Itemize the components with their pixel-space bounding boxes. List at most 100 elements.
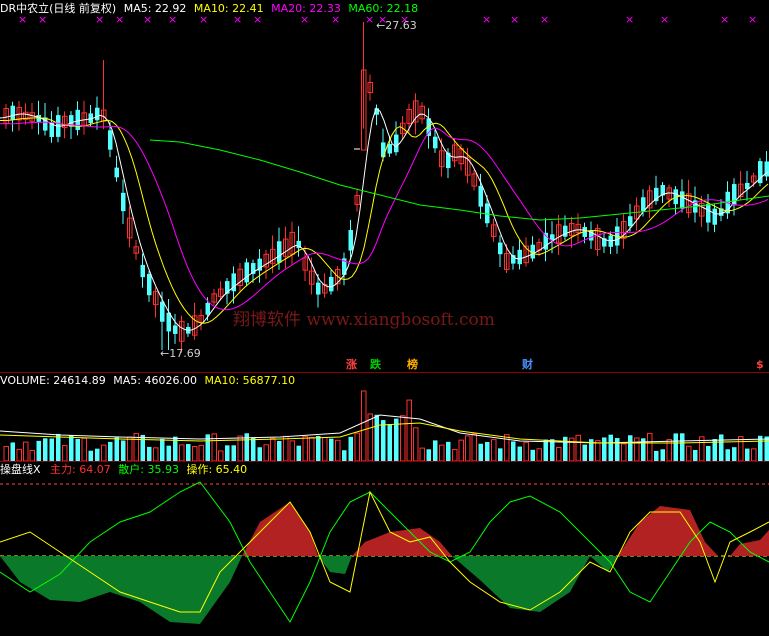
volume-bar <box>316 435 321 461</box>
volume-bar <box>439 444 445 461</box>
volume-bar <box>485 441 490 461</box>
volume-bar <box>348 436 353 461</box>
volume-bar <box>491 439 497 461</box>
volume-bar <box>36 440 41 461</box>
event-marker[interactable]: 涨 <box>346 358 357 371</box>
volume-bar <box>270 437 276 461</box>
indicator-area <box>0 556 242 624</box>
candle-body <box>173 325 178 334</box>
volume-bar <box>127 436 133 461</box>
volume-bar <box>322 437 328 461</box>
volume-bar <box>49 438 54 461</box>
candle-body <box>478 185 483 207</box>
candle-body <box>316 282 321 295</box>
volume-bar <box>478 443 483 461</box>
volume-bar <box>387 424 392 461</box>
ma5-line <box>0 107 769 331</box>
volume-bar <box>517 446 522 461</box>
volume-bar <box>511 441 516 461</box>
volume-bar <box>556 447 562 461</box>
volume-bar <box>608 434 613 461</box>
watermark: 翔博软件 www.xiangbosoft.com <box>233 310 495 330</box>
volume-bar <box>706 445 711 461</box>
volume-bar <box>523 441 529 461</box>
volume-bar <box>446 441 451 461</box>
cross-mark: × <box>540 13 550 26</box>
volume-bar <box>23 441 29 461</box>
candle-body <box>517 249 522 265</box>
candle-body <box>95 107 100 121</box>
volume-bar <box>615 438 620 461</box>
volume-bar <box>277 440 282 461</box>
volume-bar <box>309 436 315 461</box>
volume-bar <box>419 447 425 461</box>
cross-mark: × <box>365 13 375 26</box>
high-price-label: ←27.63 <box>376 19 417 32</box>
volume-bar <box>381 420 386 461</box>
candle-body <box>680 191 685 209</box>
volume-bar <box>498 448 503 461</box>
cross-mark: × <box>253 13 263 26</box>
volume-bar <box>660 449 665 461</box>
volume-bar <box>225 445 230 461</box>
volume-bar <box>153 447 159 461</box>
zhuli-value: 主力: 64.07 <box>50 463 111 476</box>
volume-bar <box>354 432 360 461</box>
event-marker[interactable]: 财 <box>522 358 533 371</box>
candle-body <box>114 167 119 178</box>
cross-mark: × <box>38 13 48 26</box>
volume-bar <box>263 444 269 461</box>
volume-bar <box>471 433 477 461</box>
volume-bar <box>198 444 204 461</box>
volume-bar <box>114 437 119 461</box>
volume-bar <box>634 437 640 461</box>
volume-bar <box>95 448 100 461</box>
volume-bar <box>426 449 431 461</box>
volume-bar <box>231 445 236 461</box>
cross-mark: × <box>143 13 153 26</box>
volume-bar <box>647 432 653 461</box>
volume-bar <box>251 437 256 461</box>
cross-mark: × <box>660 13 670 26</box>
volume-bar <box>69 435 74 461</box>
volume-bar <box>29 449 35 461</box>
indicator-chart[interactable] <box>0 462 769 636</box>
high-arrow-icon: ← <box>376 19 386 32</box>
volume-bar <box>186 444 191 461</box>
candle-body <box>205 302 210 315</box>
candle-body <box>140 264 145 278</box>
volume-bar <box>3 445 9 461</box>
event-marker[interactable]: $ <box>756 358 764 371</box>
volume-bar <box>654 450 659 461</box>
cross-mark: × <box>18 13 28 26</box>
volume-ma5: MA5: 46026.00 <box>113 374 197 387</box>
candle-body <box>160 301 165 322</box>
volume-legend: VOLUME: 24614.89 MA5: 46026.00 MA10: 568… <box>0 374 295 387</box>
event-marker[interactable]: 跌 <box>370 358 381 371</box>
candle-body <box>121 192 126 212</box>
volume-bar <box>530 449 535 461</box>
volume-bar <box>595 440 601 461</box>
volume-bar <box>88 450 93 461</box>
event-marker[interactable]: 榜 <box>407 358 418 371</box>
cross-mark: × <box>331 13 341 26</box>
volume-bar <box>686 445 692 461</box>
volume-bar <box>550 439 555 461</box>
volume-bar <box>394 418 399 461</box>
volume-bar <box>693 449 698 461</box>
candle-body <box>706 203 711 223</box>
volume-bar <box>673 433 678 461</box>
volume-bar <box>75 439 80 461</box>
volume-bar <box>257 447 262 461</box>
cross-mark: × <box>168 13 178 26</box>
volume-bar <box>140 434 145 461</box>
volume-bar <box>621 443 627 461</box>
volume-bar <box>602 437 607 461</box>
candle-body <box>381 142 386 158</box>
candle-body <box>348 230 353 251</box>
candle-body <box>10 105 15 120</box>
volume-bar <box>121 440 126 461</box>
volume-bar <box>108 441 113 461</box>
volume-bar <box>218 450 224 461</box>
volume-bar <box>10 442 15 461</box>
